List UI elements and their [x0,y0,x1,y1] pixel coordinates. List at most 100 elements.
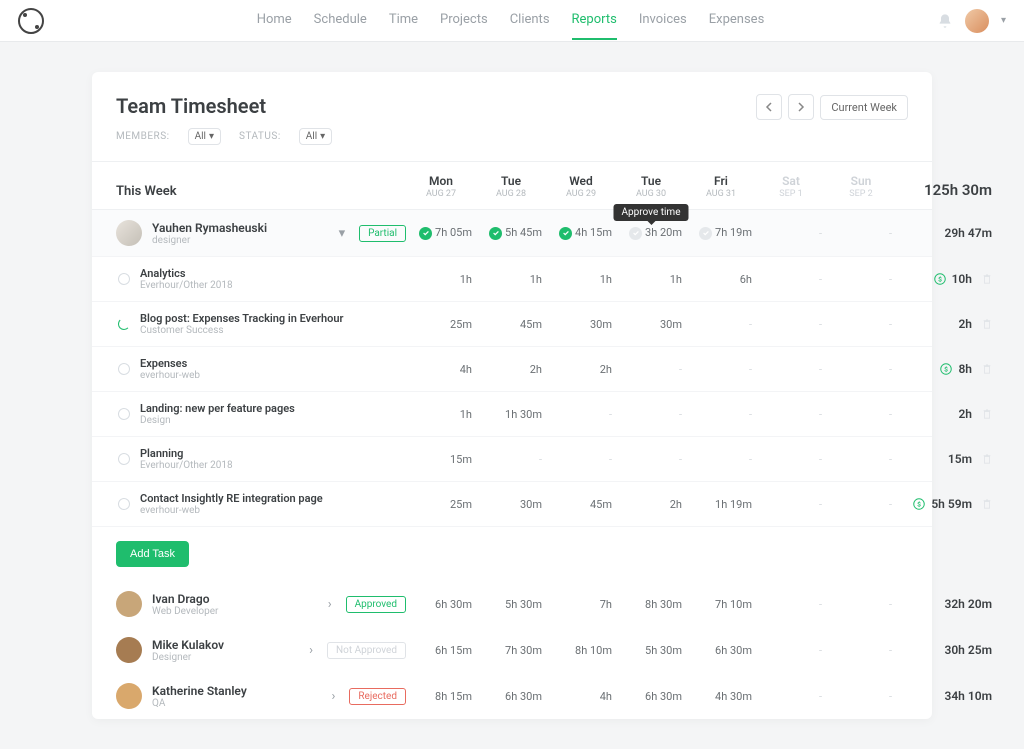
time-cell[interactable]: 45m [546,498,616,511]
time-cell[interactable]: 2h [546,363,616,376]
time-cell[interactable]: - [756,644,826,657]
time-cell[interactable]: 1h 30m [476,408,546,421]
time-cell[interactable]: 30m [546,318,616,331]
time-cell[interactable]: - [756,690,826,703]
time-cell[interactable]: 7h 10m [686,598,756,611]
prev-week-button[interactable] [756,94,782,120]
trash-icon[interactable] [982,409,992,419]
time-cell[interactable]: - [756,227,826,240]
time-cell[interactable]: 6h 30m [476,690,546,703]
time-cell[interactable]: - [756,363,826,376]
time-cell[interactable]: 1h [406,408,476,421]
time-cell[interactable]: - [826,598,896,611]
time-cell[interactable]: 1h [476,273,546,286]
chevron-down-icon[interactable]: ▾ [1001,15,1006,26]
task-name[interactable]: Planning [140,447,233,460]
nav-item-home[interactable]: Home [257,1,292,40]
time-cell[interactable]: 30m [616,318,686,331]
chevron-right-icon[interactable]: › [327,689,339,704]
time-cell[interactable]: 5h 30m [616,644,686,657]
time-cell[interactable]: 25m [406,318,476,331]
time-cell[interactable]: 8h 30m [616,598,686,611]
trash-icon[interactable] [982,499,992,509]
task-name[interactable]: Contact Insightly RE integration page [140,492,323,505]
time-cell[interactable]: 2h [476,363,546,376]
time-cell[interactable]: - [616,408,686,421]
time-cell[interactable]: - [826,498,896,511]
time-cell[interactable]: 6h [686,273,756,286]
time-cell[interactable]: - [546,408,616,421]
task-radio[interactable] [118,408,130,420]
time-cell[interactable]: 2h [616,498,686,511]
time-cell[interactable]: - [826,363,896,376]
time-cell[interactable]: - [756,408,826,421]
time-cell[interactable]: 4h [546,690,616,703]
task-radio[interactable] [118,453,130,465]
nav-item-reports[interactable]: Reports [572,1,617,40]
time-cell[interactable]: - [686,363,756,376]
trash-icon[interactable] [982,274,992,284]
time-cell[interactable]: 4h [406,363,476,376]
time-cell[interactable]: 4h 15m [546,226,616,240]
time-cell[interactable]: 45m [476,318,546,331]
current-week-button[interactable]: Current Week [820,95,908,120]
time-cell[interactable]: - [616,363,686,376]
time-cell[interactable]: 30m [476,498,546,511]
time-cell[interactable]: 1h [616,273,686,286]
time-cell[interactable]: 5h 45m [476,226,546,240]
time-cell[interactable]: 1h [546,273,616,286]
time-cell[interactable]: - [756,598,826,611]
time-cell[interactable]: 6h 30m [406,598,476,611]
user-avatar[interactable] [965,9,989,33]
time-cell[interactable]: - [826,318,896,331]
time-cell[interactable]: - [826,408,896,421]
members-filter[interactable]: All ▾ [188,128,221,145]
time-cell[interactable]: - [476,453,546,466]
time-cell[interactable]: - [546,453,616,466]
add-task-button[interactable]: Add Task [116,541,189,567]
nav-item-expenses[interactable]: Expenses [709,1,765,40]
chevron-down-icon[interactable]: ▾ [335,226,350,241]
time-cell[interactable]: 7h 05m [406,226,476,240]
trash-icon[interactable] [982,454,992,464]
time-cell[interactable]: 6h 15m [406,644,476,657]
time-cell[interactable]: - [686,318,756,331]
time-cell[interactable]: 7h [546,598,616,611]
time-cell[interactable]: - [826,273,896,286]
task-name[interactable]: Analytics [140,267,233,280]
status-filter[interactable]: All ▾ [299,128,332,145]
time-cell[interactable]: - [826,227,896,240]
app-logo[interactable] [18,8,44,34]
time-cell[interactable]: - [756,318,826,331]
nav-item-schedule[interactable]: Schedule [314,1,367,40]
time-cell[interactable]: - [686,453,756,466]
task-name[interactable]: Blog post: Expenses Tracking in Everhour [140,312,343,325]
time-cell[interactable]: 6h 30m [686,644,756,657]
task-radio[interactable] [118,498,130,510]
time-cell[interactable]: - [616,453,686,466]
notifications-icon[interactable] [937,13,953,29]
trash-icon[interactable] [982,319,992,329]
chevron-right-icon[interactable]: › [305,643,317,658]
task-radio[interactable] [118,318,130,330]
time-cell[interactable]: 5h 30m [476,598,546,611]
time-cell[interactable]: - [686,408,756,421]
nav-item-invoices[interactable]: Invoices [639,1,687,40]
time-cell[interactable]: 6h 30m [616,690,686,703]
time-cell[interactable]: 25m [406,498,476,511]
time-cell[interactable]: 7h 19m [686,226,756,240]
chevron-right-icon[interactable]: › [324,597,336,612]
nav-item-clients[interactable]: Clients [510,1,550,40]
time-cell[interactable]: - [756,453,826,466]
task-radio[interactable] [118,363,130,375]
time-cell[interactable]: 4h 30m [686,690,756,703]
task-name[interactable]: Expenses [140,357,200,370]
time-cell[interactable]: - [826,690,896,703]
nav-item-projects[interactable]: Projects [440,1,488,40]
time-cell[interactable]: 8h 15m [406,690,476,703]
task-name[interactable]: Landing: new per feature pages [140,402,295,415]
nav-item-time[interactable]: Time [389,1,418,40]
time-cell[interactable]: Approve time3h 20m [616,226,686,240]
time-cell[interactable]: - [756,273,826,286]
time-cell[interactable]: 8h 10m [546,644,616,657]
